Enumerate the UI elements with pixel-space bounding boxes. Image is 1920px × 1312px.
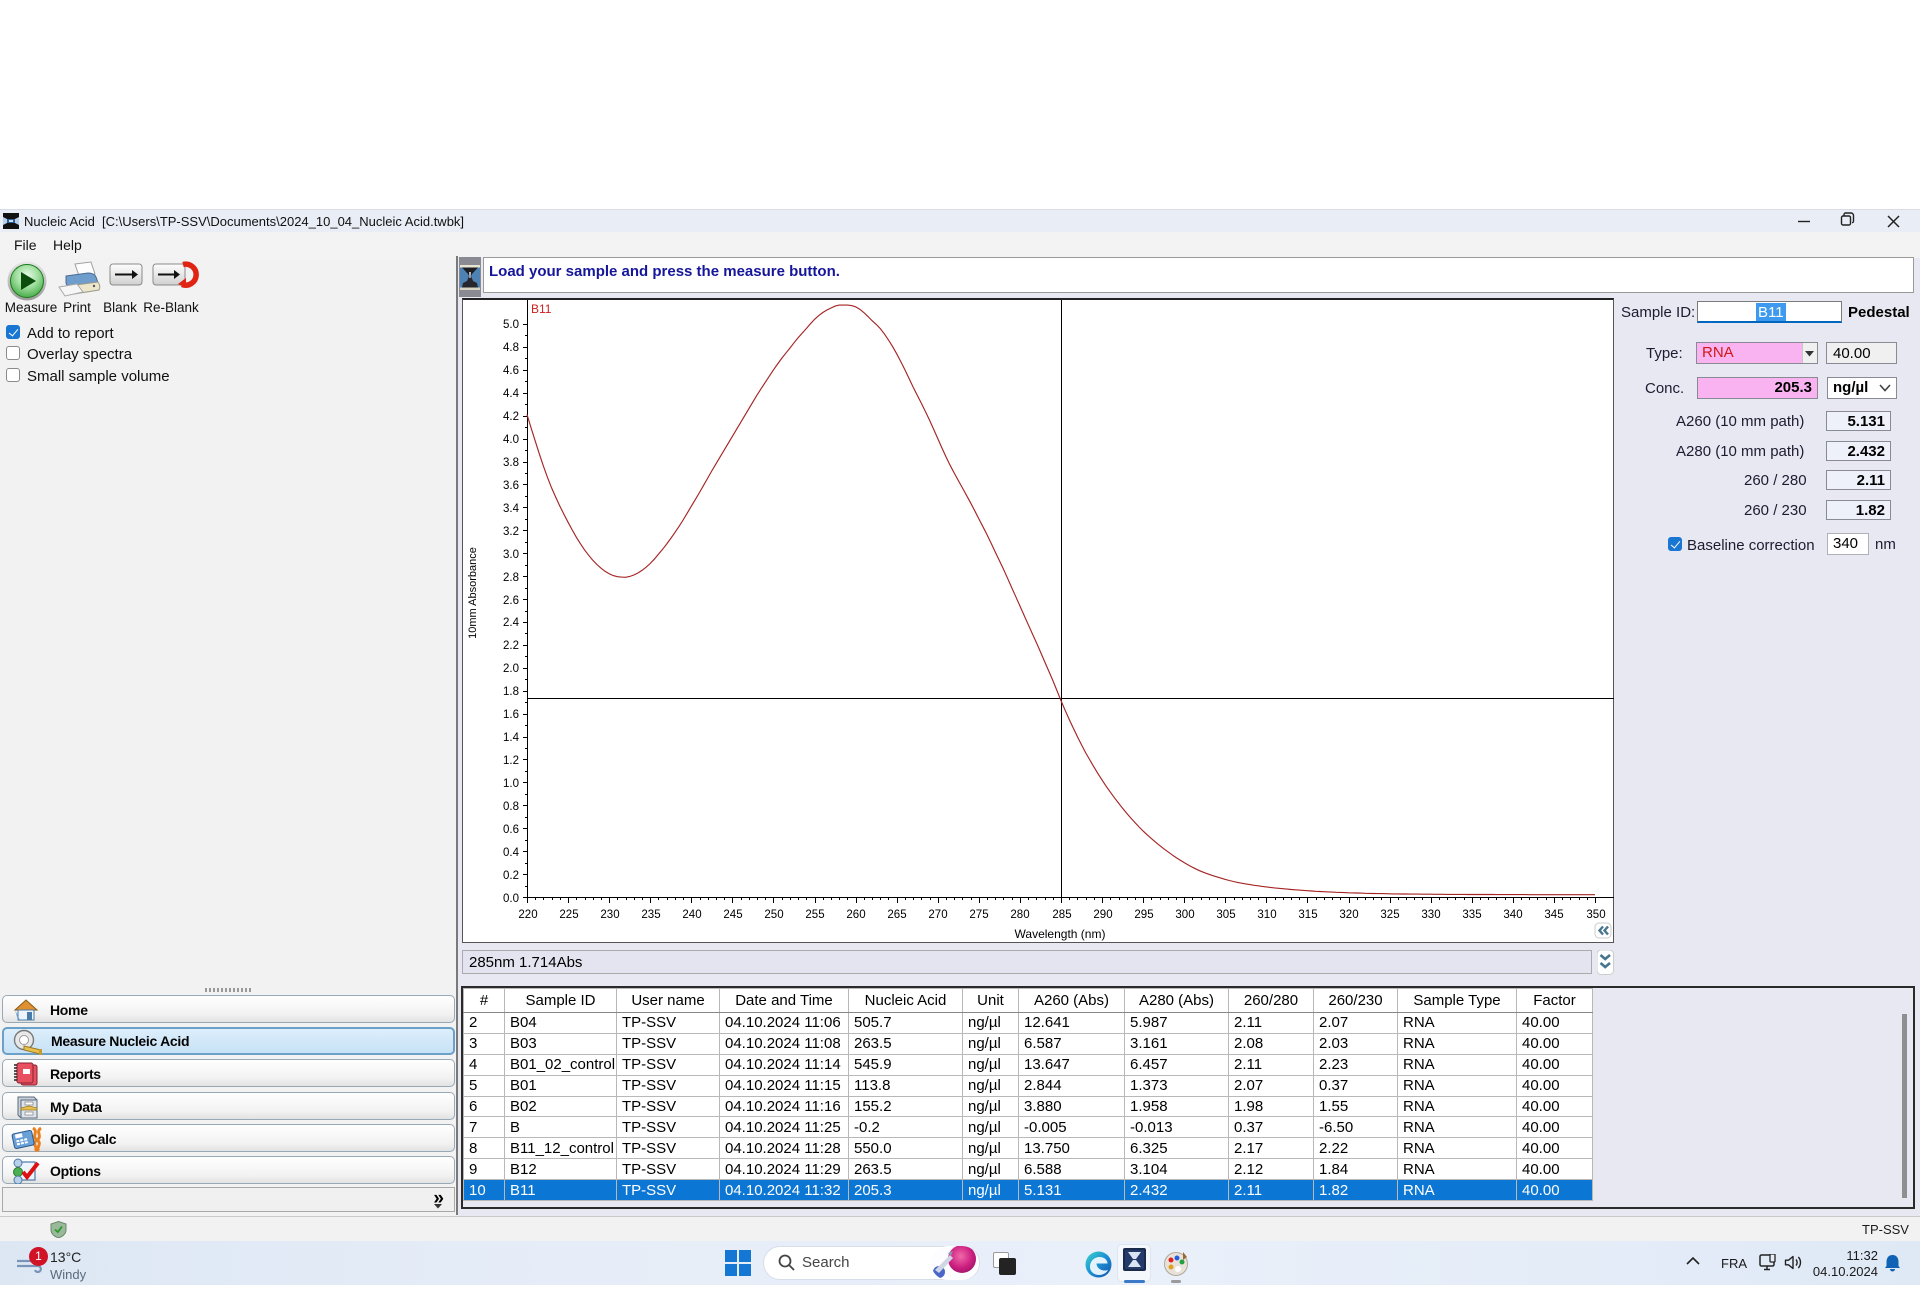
svg-text:285: 285 (1052, 909, 1071, 921)
svg-text:270: 270 (928, 909, 947, 921)
svg-text:320: 320 (1339, 909, 1358, 921)
svg-text:1.8: 1.8 (503, 686, 519, 698)
svg-text:275: 275 (969, 909, 988, 921)
svg-text:4.4: 4.4 (503, 388, 520, 400)
svg-text:1.2: 1.2 (503, 755, 519, 767)
svg-text:B11: B11 (531, 302, 552, 316)
svg-text:0.8: 0.8 (503, 801, 519, 813)
svg-text:2.8: 2.8 (503, 572, 519, 584)
svg-text:2.2: 2.2 (503, 640, 519, 652)
svg-text:0.6: 0.6 (503, 824, 519, 836)
svg-text:240: 240 (682, 909, 701, 921)
svg-text:3.2: 3.2 (503, 526, 519, 538)
svg-text:2.4: 2.4 (503, 617, 520, 629)
svg-text:2.0: 2.0 (503, 663, 519, 675)
svg-text:4.8: 4.8 (503, 342, 519, 354)
svg-text:0.0: 0.0 (503, 893, 519, 905)
svg-text:2.6: 2.6 (503, 595, 519, 607)
svg-text:345: 345 (1544, 909, 1563, 921)
svg-text:295: 295 (1134, 909, 1153, 921)
svg-text:310: 310 (1257, 909, 1276, 921)
svg-text:225: 225 (559, 909, 578, 921)
svg-text:0.4: 0.4 (503, 847, 520, 859)
svg-text:325: 325 (1380, 909, 1399, 921)
svg-text:4.0: 4.0 (503, 434, 519, 446)
svg-text:1.4: 1.4 (503, 732, 520, 744)
svg-text:290: 290 (1093, 909, 1112, 921)
svg-text:3.6: 3.6 (503, 480, 519, 492)
svg-text:230: 230 (600, 909, 619, 921)
svg-text:Wavelength (nm): Wavelength (nm) (1015, 927, 1106, 941)
svg-text:260: 260 (846, 909, 865, 921)
svg-text:235: 235 (641, 909, 660, 921)
svg-text:335: 335 (1462, 909, 1481, 921)
svg-text:4.2: 4.2 (503, 411, 519, 423)
svg-text:1.6: 1.6 (503, 709, 519, 721)
svg-text:1.0: 1.0 (503, 778, 519, 790)
svg-text:350: 350 (1586, 909, 1605, 921)
svg-text:330: 330 (1421, 909, 1440, 921)
svg-text:3.4: 3.4 (503, 503, 520, 515)
svg-text:250: 250 (764, 909, 783, 921)
svg-text:0.2: 0.2 (503, 870, 519, 882)
svg-text:3.8: 3.8 (503, 457, 519, 469)
svg-text:265: 265 (887, 909, 906, 921)
svg-text:280: 280 (1010, 909, 1029, 921)
svg-text:3.0: 3.0 (503, 549, 519, 561)
svg-text:5.0: 5.0 (503, 319, 519, 331)
svg-text:220: 220 (518, 909, 537, 921)
svg-text:340: 340 (1503, 909, 1522, 921)
svg-text:305: 305 (1216, 909, 1235, 921)
svg-text:10mm Absorbance: 10mm Absorbance (467, 547, 479, 639)
svg-text:255: 255 (805, 909, 824, 921)
svg-text:300: 300 (1175, 909, 1194, 921)
svg-text:245: 245 (723, 909, 742, 921)
svg-text:4.6: 4.6 (503, 365, 519, 377)
svg-text:315: 315 (1298, 909, 1317, 921)
